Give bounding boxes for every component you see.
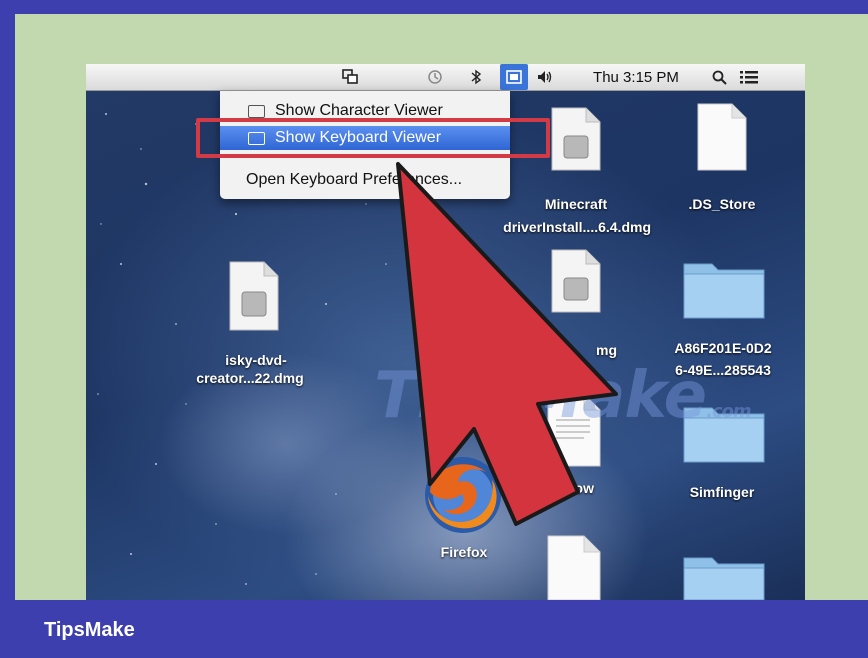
footer-brand: TipsMake bbox=[44, 619, 135, 641]
highlight-box bbox=[196, 118, 550, 158]
